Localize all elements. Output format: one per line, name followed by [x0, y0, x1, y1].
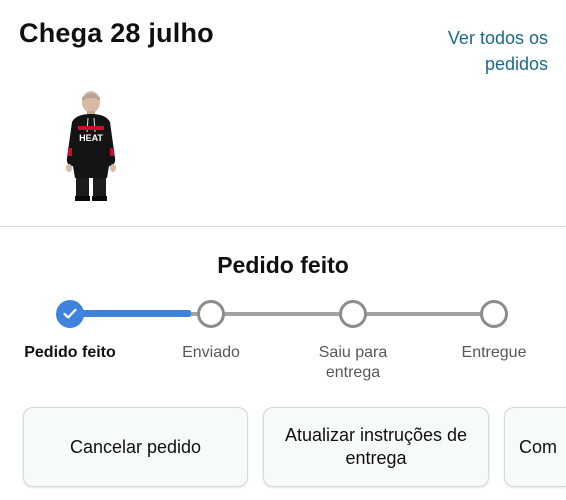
- shipment-progress-tracker: [0, 296, 566, 336]
- step-delivered-marker: [480, 300, 508, 328]
- view-all-orders-link[interactable]: Ver todos os pedidos: [418, 25, 548, 77]
- order-details-screen: Chega 28 julho Ver todos os pedidos HEAT: [0, 0, 566, 500]
- step-ordered-marker: [56, 300, 84, 328]
- step-delivered-label: Entregue: [461, 344, 527, 361]
- cancel-order-button[interactable]: Cancelar pedido: [23, 407, 248, 487]
- partial-action-button[interactable]: Com: [504, 407, 566, 487]
- step-out-for-delivery-marker: [339, 300, 367, 328]
- order-status-title: Pedido feito: [217, 252, 349, 278]
- step-shipped-label: Enviado: [182, 344, 240, 361]
- product-image[interactable]: HEAT: [60, 90, 122, 202]
- progress-track-filled: [70, 310, 191, 317]
- update-delivery-instructions-button[interactable]: Atualizar instruções de entrega: [263, 407, 489, 487]
- section-divider: [0, 226, 566, 227]
- delivery-date-title: Chega 28 julho: [19, 18, 214, 48]
- svg-text:HEAT: HEAT: [79, 133, 103, 143]
- hoodie-model-photo: HEAT: [66, 91, 116, 201]
- checkmark-icon: [63, 308, 77, 319]
- step-ordered-label: Pedido feito: [24, 344, 116, 361]
- step-shipped-marker: [197, 300, 225, 328]
- step-out-for-delivery-label: Saiu para entrega: [318, 344, 388, 381]
